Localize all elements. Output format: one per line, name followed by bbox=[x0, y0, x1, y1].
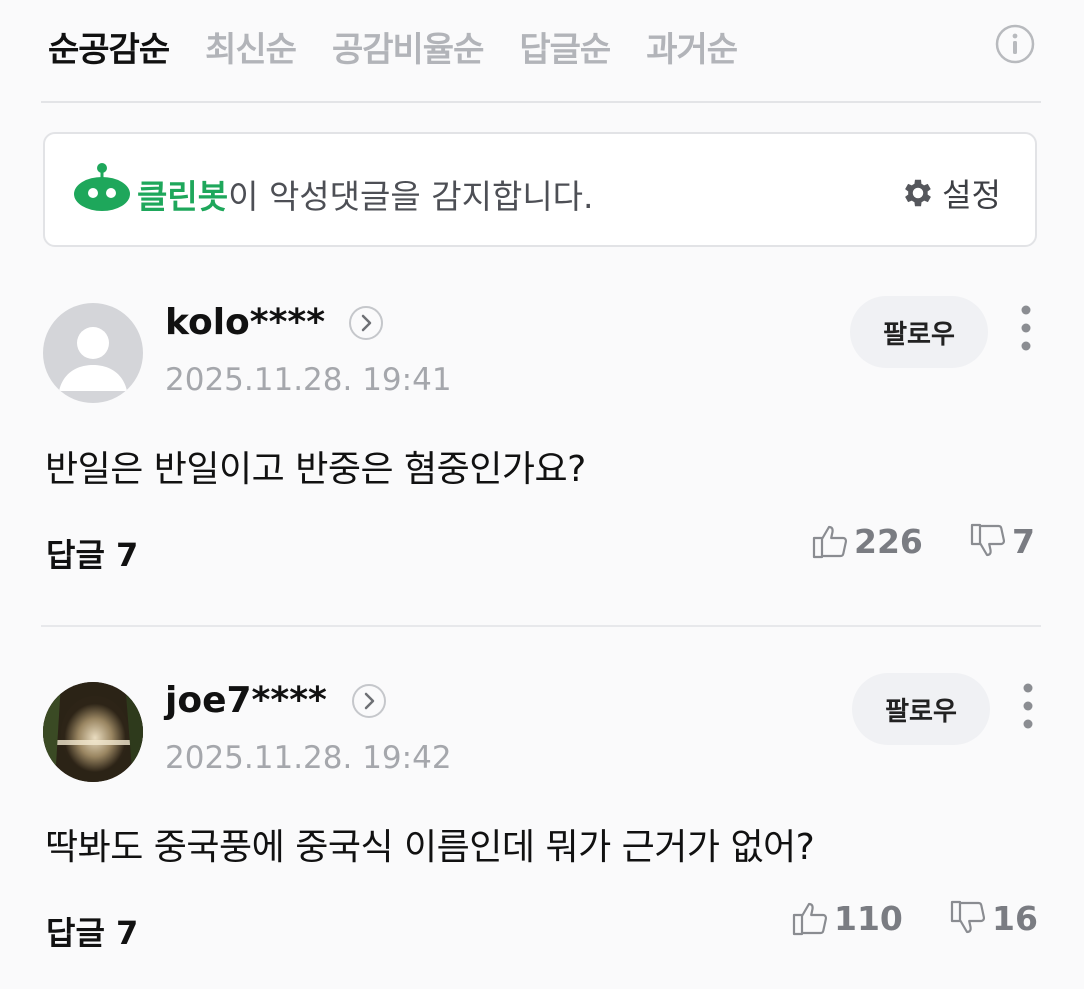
like-button[interactable]: 110 bbox=[790, 898, 903, 938]
more-options-icon[interactable] bbox=[1018, 682, 1038, 732]
comment-timestamp: 2025.11.28. 19:41 bbox=[165, 362, 452, 398]
comment-text: 딱봐도 중국풍에 중국식 이름인데 뭐가 근거가 없어? bbox=[45, 827, 815, 868]
cleanbot-message: 클린봇이 악성댓글을 감지합니다. bbox=[137, 170, 594, 218]
comment-timestamp: 2025.11.28. 19:42 bbox=[165, 740, 452, 776]
cleanbot-name: 클린봇 bbox=[137, 177, 229, 216]
settings-label: 설정 bbox=[942, 176, 1001, 214]
like-button[interactable]: 226 bbox=[810, 521, 923, 561]
tabs-divider bbox=[41, 101, 1041, 103]
profile-photo bbox=[43, 682, 143, 782]
tab-oldest[interactable]: 과거순 bbox=[646, 22, 738, 71]
reply-button[interactable]: 답글 7 bbox=[46, 530, 138, 576]
thumbs-down-icon bbox=[950, 900, 986, 934]
tab-top-likes[interactable]: 순공감순 bbox=[48, 22, 170, 71]
chevron-right-icon[interactable] bbox=[351, 683, 387, 719]
thumbs-down-icon bbox=[970, 523, 1006, 557]
reply-button[interactable]: 답글 7 bbox=[46, 908, 138, 954]
thumbs-up-icon bbox=[812, 525, 848, 559]
cleanbot-description: 이 악성댓글을 감지합니다. bbox=[228, 177, 594, 216]
thumbs-up-icon bbox=[792, 902, 828, 936]
cleanbot-robot-icon bbox=[74, 163, 130, 211]
follow-button[interactable]: 팔로우 bbox=[850, 296, 988, 368]
tab-like-ratio[interactable]: 공감비율순 bbox=[332, 22, 484, 71]
like-count: 226 bbox=[854, 521, 923, 561]
default-user-icon bbox=[59, 327, 127, 391]
tab-most-replies[interactable]: 답글순 bbox=[519, 22, 611, 71]
sort-tabs: 순공감순 최신순 공감비율순 답글순 과거순 bbox=[48, 22, 738, 71]
tab-latest[interactable]: 최신순 bbox=[205, 22, 297, 71]
comment-divider bbox=[41, 625, 1041, 627]
dislike-count: 16 bbox=[992, 898, 1038, 938]
avatar-default[interactable] bbox=[43, 303, 143, 403]
follow-button[interactable]: 팔로우 bbox=[852, 673, 990, 745]
chevron-right-icon[interactable] bbox=[348, 305, 384, 341]
comment-username[interactable]: joe7**** bbox=[165, 680, 327, 721]
cleanbot-settings-button[interactable]: 설정 bbox=[900, 170, 1001, 216]
cleanbot-banner: 클린봇이 악성댓글을 감지합니다. 설정 bbox=[43, 132, 1037, 247]
gear-icon bbox=[905, 179, 932, 207]
avatar-photo[interactable] bbox=[43, 682, 143, 782]
comment-username[interactable]: kolo**** bbox=[165, 302, 325, 343]
dislike-button[interactable]: 7 bbox=[968, 521, 1035, 561]
like-count: 110 bbox=[834, 898, 903, 938]
dislike-count: 7 bbox=[1012, 521, 1035, 561]
more-options-icon[interactable] bbox=[1016, 304, 1036, 354]
dislike-button[interactable]: 16 bbox=[948, 898, 1038, 938]
comment-text: 반일은 반일이고 반중은 혐중인가요? bbox=[45, 449, 586, 490]
info-icon[interactable] bbox=[995, 24, 1035, 64]
